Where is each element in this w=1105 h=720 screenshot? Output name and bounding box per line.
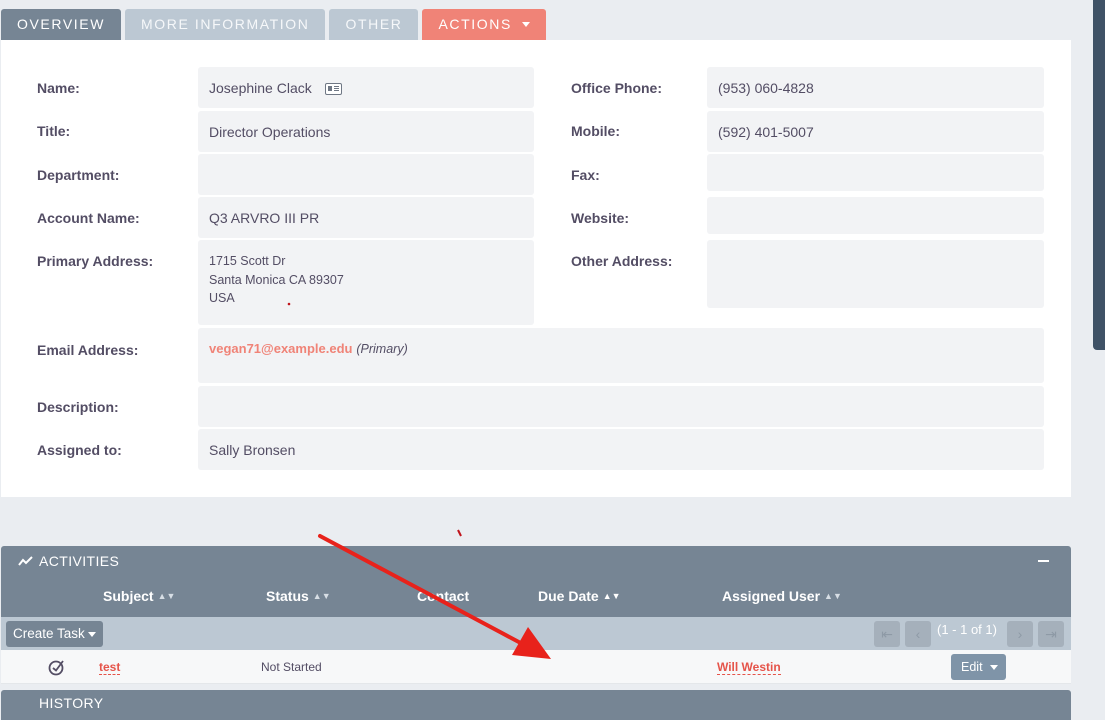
description-field — [198, 386, 1044, 427]
column-assigned-user-label: Assigned User — [722, 588, 821, 604]
name-label: Name: — [37, 80, 80, 96]
task-icon — [48, 660, 64, 676]
sort-icon: ▲▼ — [824, 591, 842, 601]
title-value: Director Operations — [209, 124, 331, 140]
caret-down-icon — [87, 631, 96, 637]
primary-address-field: 1715 Scott Dr Santa Monica CA 89307 USA — [198, 240, 534, 325]
email-link[interactable]: vegan71@example.edu — [209, 341, 352, 356]
actions-label: ACTIONS — [438, 16, 512, 32]
address-line-3: USA — [209, 291, 235, 305]
address-line-1: 1715 Scott Dr — [209, 254, 286, 268]
email-address-label: Email Address: — [37, 342, 139, 358]
account-name-value: Q3 ARVRO III PR — [209, 210, 320, 226]
sort-active-icon: ▲▼ — [602, 591, 621, 601]
title-field: Director Operations — [198, 111, 534, 152]
email-primary-note: (Primary) — [356, 342, 408, 356]
mobile-label: Mobile: — [571, 123, 620, 139]
primary-address-label: Primary Address: — [37, 253, 154, 269]
column-contact-label: Contact — [417, 588, 470, 604]
tab-other[interactable]: OTHER — [329, 9, 419, 40]
name-value: Josephine Clack — [209, 80, 312, 96]
other-address-label: Other Address: — [571, 253, 673, 269]
last-page-icon[interactable]: ⇥ — [1038, 621, 1064, 647]
column-assigned-user[interactable]: Assigned User ▲▼ — [722, 576, 842, 617]
caret-down-icon — [521, 22, 530, 27]
activities-column-header: Subject ▲▼ Status ▲▼ Contact Due Date ▲▼ As… — [1, 576, 1071, 617]
title-label: Title: — [37, 123, 71, 139]
activities-title: ACTIVITIES — [39, 553, 120, 569]
activity-chart-icon — [18, 556, 33, 566]
assigned-user-link[interactable]: Will Westin — [717, 660, 781, 675]
create-task-button[interactable]: Create Task — [6, 621, 103, 647]
side-panel-tab[interactable] — [1093, 0, 1105, 350]
other-address-field — [707, 240, 1044, 308]
create-task-label: Create Task — [13, 626, 85, 641]
email-address-field: vegan71@example.edu (Primary) — [198, 328, 1044, 383]
column-contact[interactable]: Contact — [417, 576, 469, 617]
office-phone-label: Office Phone: — [571, 80, 663, 96]
tab-more-information[interactable]: MORE INFORMATION — [125, 9, 326, 40]
detail-tabs: OVERVIEW MORE INFORMATION OTHER ACTIONS — [1, 9, 546, 40]
pagination-count: (1 - 1 of 1) — [937, 622, 997, 637]
mobile-field: (592) 401-5007 — [707, 111, 1044, 152]
next-page-icon[interactable]: › — [1007, 621, 1033, 647]
previous-page-icon[interactable]: ‹ — [905, 621, 931, 647]
account-name-field: Q3 ARVRO III PR — [198, 197, 534, 238]
history-title: HISTORY — [39, 695, 104, 711]
column-subject[interactable]: Subject ▲▼ — [103, 576, 175, 617]
column-due-date-label: Due Date — [538, 588, 599, 604]
assigned-to-value: Sally Bronsen — [209, 442, 296, 458]
vcard-icon[interactable] — [324, 83, 342, 95]
collapse-icon[interactable] — [1038, 560, 1049, 562]
department-field — [198, 154, 534, 195]
fax-label: Fax: — [571, 167, 600, 183]
address-line-2: Santa Monica CA 89307 — [209, 272, 344, 287]
assigned-to-field: Sally Bronsen — [198, 429, 1044, 470]
website-label: Website: — [571, 210, 630, 226]
website-field — [707, 197, 1044, 234]
column-status[interactable]: Status ▲▼ — [266, 576, 331, 617]
fax-field — [707, 154, 1044, 191]
task-subject-link[interactable]: test — [99, 660, 121, 675]
office-phone-value: (953) 060-4828 — [718, 80, 814, 96]
first-page-icon[interactable]: ⇤ — [874, 621, 900, 647]
activities-toolbar: Create Task ⇤ ‹ (1 - 1 of 1) › ⇥ — [1, 617, 1071, 650]
caret-down-icon — [989, 664, 998, 670]
edit-label: Edit — [961, 660, 983, 674]
edit-button[interactable]: Edit — [951, 654, 1006, 680]
activities-header[interactable]: ACTIVITIES — [1, 546, 1071, 576]
tab-actions[interactable]: ACTIONS — [422, 9, 546, 40]
office-phone-field: (953) 060-4828 — [707, 67, 1044, 108]
account-name-label: Account Name: — [37, 210, 140, 226]
mobile-value: (592) 401-5007 — [718, 124, 814, 140]
sort-icon: ▲▼ — [312, 591, 331, 601]
annotation-mark — [457, 529, 462, 537]
task-status: Not Started — [261, 660, 322, 674]
name-field: Josephine Clack — [198, 67, 534, 108]
detail-panel: Name: Josephine Clack Title: Director Op… — [1, 40, 1071, 497]
column-status-label: Status — [266, 588, 309, 604]
column-subject-label: Subject — [103, 588, 154, 604]
description-label: Description: — [37, 399, 119, 415]
assigned-to-label: Assigned to: — [37, 442, 122, 458]
department-label: Department: — [37, 167, 120, 183]
table-row: test Not Started Will Westin Edit — [1, 650, 1071, 684]
history-header[interactable]: HISTORY — [1, 690, 1071, 720]
tab-overview[interactable]: OVERVIEW — [1, 9, 122, 40]
column-due-date[interactable]: Due Date ▲▼ — [538, 576, 621, 617]
sort-icon: ▲▼ — [157, 591, 176, 601]
